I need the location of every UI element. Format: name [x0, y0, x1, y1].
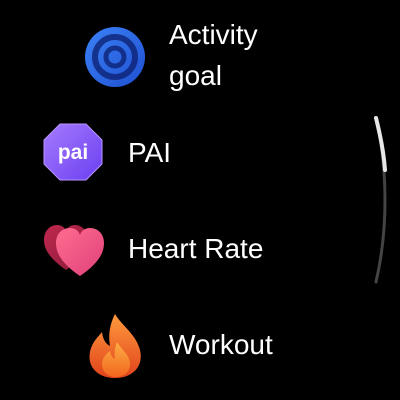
scroll-thumb — [374, 116, 387, 172]
scroll-indicator[interactable] — [330, 110, 390, 290]
menu-item-label: Heart Rate — [128, 233, 264, 264]
pai-badge-text: pai — [58, 141, 88, 164]
menu-item-workout[interactable]: Workout — [80, 308, 320, 388]
menu-item-label: Activity goal — [169, 19, 258, 91]
watch-screen: Activity goal pai PAI Heart Rate Workout — [0, 0, 400, 400]
pai-badge-icon: pai — [42, 121, 104, 183]
menu-item-pai[interactable]: pai PAI — [40, 118, 300, 188]
flame-icon — [84, 312, 146, 380]
menu-item-label: Workout — [169, 329, 273, 360]
menu-item-label: PAI — [128, 137, 172, 168]
target-rings-icon — [84, 26, 146, 88]
heart-icon — [42, 220, 104, 278]
menu-item-activity-goal[interactable]: Activity goal — [80, 10, 320, 100]
menu-item-heart-rate[interactable]: Heart Rate — [40, 215, 320, 285]
